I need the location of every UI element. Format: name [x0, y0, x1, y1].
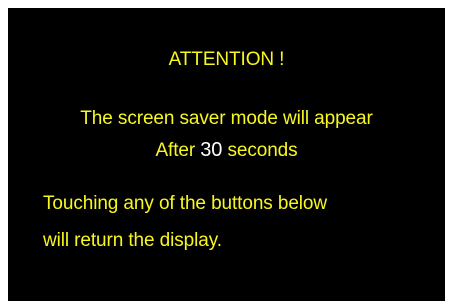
after-label: After: [155, 140, 196, 161]
screen-saver-warning-screen: ATTENTION ! The screen saver mode will a…: [8, 8, 445, 301]
return-instruction-line2: will return the display.: [43, 230, 222, 251]
screen-saver-message-line2: After 30 seconds: [8, 139, 445, 162]
return-instruction-line1: Touching any of the buttons below: [43, 193, 328, 214]
screen-saver-message-line1: The screen saver mode will appear: [80, 108, 373, 129]
attention-title: ATTENTION !: [168, 49, 285, 70]
countdown-seconds: 30: [200, 139, 223, 161]
seconds-label: seconds: [227, 140, 298, 161]
